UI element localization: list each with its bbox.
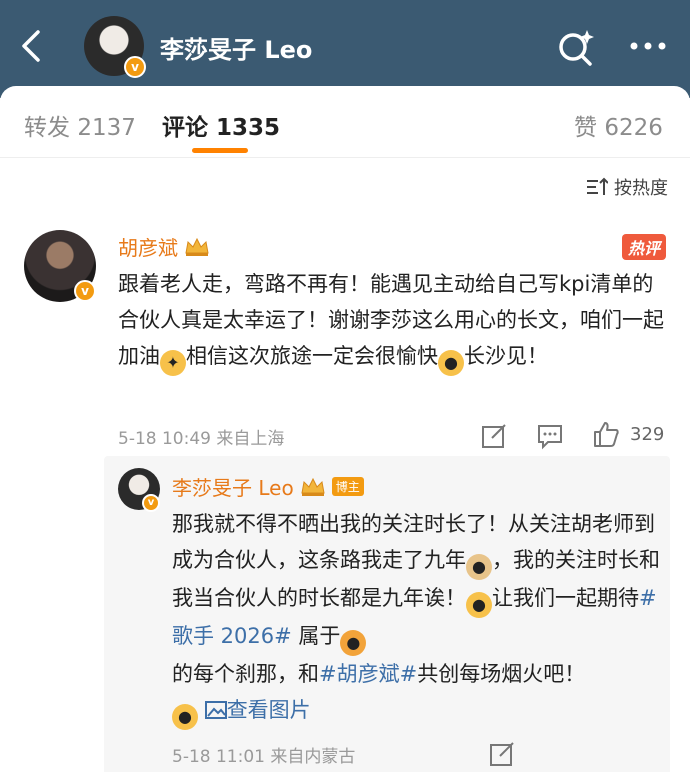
tab-count: 6226 xyxy=(604,115,663,141)
reply-location: 来自内蒙古 xyxy=(270,747,356,767)
sunglasses-emoji-icon: ● xyxy=(438,350,464,376)
comment-time: 5-18 10:49 xyxy=(118,429,211,449)
tab-label: 评论 xyxy=(162,115,208,141)
view-image-link[interactable]: 查看图片 xyxy=(204,698,311,722)
share-icon[interactable] xyxy=(480,422,508,450)
hot-comment-badge: 热评 xyxy=(621,234,666,260)
like-count: 329 xyxy=(630,424,665,445)
tiger-emoji-icon: ● xyxy=(340,630,367,656)
comment-text-part: 长沙见！ xyxy=(464,344,548,368)
verified-badge: v xyxy=(142,494,160,512)
tab-comments[interactable]: 评论 1335 xyxy=(162,108,280,142)
shocked-emoji-icon: ● xyxy=(172,704,198,730)
tab-label: 转发 xyxy=(24,115,70,141)
more-dots-icon[interactable] xyxy=(628,36,668,56)
comment-author[interactable]: 胡彦斌 xyxy=(118,232,210,261)
tab-bar: 转发 2137 评论 1335 赞 6226 xyxy=(0,86,690,158)
verified-badge: v xyxy=(74,280,96,302)
reply-text-part: 共创每场烟火吧！ xyxy=(417,662,586,686)
comment-meta: 5-18 10:49 来自上海 xyxy=(118,424,284,449)
comment-text: 跟着老人走，弯路不再有！能遇见主动给自己写kpi清单的合伙人真是太幸运了！谢谢李… xyxy=(118,266,666,376)
doge-emoji-icon: ● xyxy=(466,554,492,580)
reply-text: 那我就不得不晒出我的关注时长了！从关注胡老师到成为合伙人，这条路我走了九年 ● ，我… xyxy=(172,506,660,730)
page-title[interactable]: 李莎旻子 Leo xyxy=(160,30,312,65)
reply-author[interactable]: 李莎旻子 Leo 博主 xyxy=(172,472,364,501)
sort-label: 按热度 xyxy=(614,178,668,199)
reply-time: 5-18 11:01 xyxy=(172,747,265,767)
comment-location: 来自上海 xyxy=(216,429,285,449)
tab-count: 2137 xyxy=(77,115,136,141)
crying-emoji-icon: ● xyxy=(466,592,492,618)
owner-badge: 博主 xyxy=(331,477,364,496)
chevron-left-icon[interactable] xyxy=(14,26,50,66)
top-bar: v 李莎旻子 Leo xyxy=(0,0,690,98)
verified-badge: v xyxy=(124,56,146,78)
reply-text-part: 的每个刹那，和 xyxy=(172,662,319,686)
crown-icon xyxy=(301,477,325,496)
comment-text-part: 相信这次旅途一定会很愉快 xyxy=(186,344,438,368)
active-tab-indicator xyxy=(192,148,248,153)
sort-icon xyxy=(587,177,608,195)
sort-button[interactable]: 按热度 xyxy=(586,174,668,200)
reply-text-part: 属于 xyxy=(291,624,341,648)
tab-label: 赞 xyxy=(574,115,597,141)
hashtag-link[interactable]: #胡彦斌# xyxy=(319,662,417,686)
reply-icon[interactable] xyxy=(536,422,564,450)
tab-likes[interactable]: 赞 6226 xyxy=(574,108,663,142)
search-sparkle-icon[interactable] xyxy=(556,28,596,68)
image-icon xyxy=(204,701,227,719)
author-name: 李莎旻子 Leo xyxy=(172,476,294,500)
clap-emoji-icon: ✦ xyxy=(160,350,186,376)
like-icon[interactable] xyxy=(592,420,620,448)
share-icon[interactable] xyxy=(488,740,516,768)
reply-text-part: 让我们一起期待 xyxy=(492,586,639,610)
crown-icon xyxy=(185,237,209,256)
reply-meta: 5-18 11:01 来自内蒙古 xyxy=(172,742,355,767)
tab-count: 1335 xyxy=(216,115,281,141)
tab-reposts[interactable]: 转发 2137 xyxy=(24,108,136,142)
author-name: 胡彦斌 xyxy=(118,236,178,260)
view-image-label: 查看图片 xyxy=(226,698,311,722)
